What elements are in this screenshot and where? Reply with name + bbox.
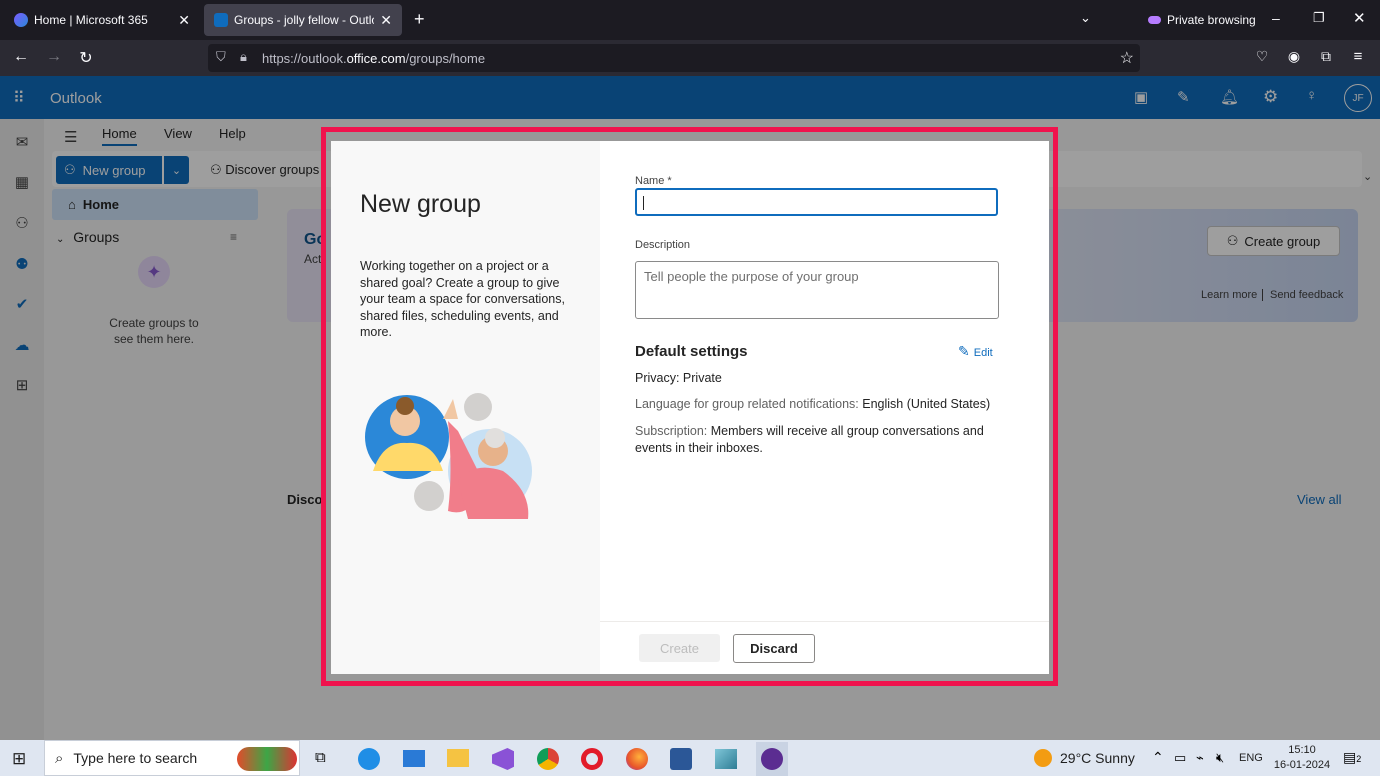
mail-app-icon[interactable]	[403, 750, 425, 767]
speaker-muted-icon[interactable]: 🔇︎	[1216, 750, 1224, 766]
clock-date: 16-01-2024	[1273, 759, 1331, 771]
dialog-left-panel: New group Working together on a project …	[331, 141, 600, 674]
reload-icon[interactable]: ↻	[76, 48, 96, 68]
text-caret	[643, 195, 644, 210]
dialog-description: Working together on a project or a share…	[360, 259, 565, 339]
pencil-icon: ✎	[958, 343, 970, 359]
language-setting: Language for group related notifications…	[635, 397, 990, 411]
windows-taskbar: ⊞ ⌕ Type here to search ⧉ 29°C Sunny ⌃ ▭…	[0, 740, 1380, 776]
outlook-icon	[214, 13, 228, 27]
notification-count: 2	[1356, 754, 1362, 764]
url-bar[interactable]: ⛉ 🔒︎ https://outlook. office.com/groups/h…	[208, 44, 1140, 72]
private-browsing-label: Private browsing	[1167, 13, 1256, 27]
taskbar-search-placeholder: Type here to search	[73, 750, 198, 766]
subscription-setting: Subscription: Members will receive all g…	[635, 423, 1005, 456]
firefox-icon[interactable]	[626, 748, 648, 770]
discard-button[interactable]: Discard	[733, 634, 815, 663]
notification-icon[interactable]: ▤2	[1343, 749, 1361, 766]
notepad-icon[interactable]	[715, 749, 737, 769]
url-domain: office.com	[346, 50, 406, 66]
new-tab-button[interactable]: +	[414, 9, 425, 30]
restore-button[interactable]: ❐	[1313, 10, 1325, 26]
privacy-text: Privacy: Private	[635, 371, 722, 385]
word-icon[interactable]	[670, 748, 692, 770]
chrome-icon[interactable]	[537, 748, 559, 770]
peppers-icon	[237, 747, 297, 771]
firefox-private-taskbar-item[interactable]	[756, 742, 788, 776]
language-indicator[interactable]: ENG	[1239, 752, 1263, 764]
extensions-icon[interactable]: ⧉	[1316, 48, 1336, 65]
battery-icon[interactable]: ▭	[1174, 750, 1186, 766]
network-icon[interactable]: ⌁	[1196, 750, 1204, 766]
private-mask-icon	[1148, 16, 1161, 24]
weather-text[interactable]: 29°C Sunny	[1060, 750, 1135, 766]
edit-settings-link[interactable]: ✎ Edit	[958, 343, 993, 360]
firefox-private-icon	[761, 748, 783, 770]
dialog-title: New group	[360, 190, 481, 218]
close-icon[interactable]: ✕	[178, 12, 190, 29]
footer-divider	[600, 621, 1049, 622]
pocket-icon[interactable]: ♡	[1252, 48, 1272, 65]
browser-nav-bar: ← → ↻ ⛉ 🔒︎ https://outlook. office.com/gr…	[0, 40, 1380, 76]
lock-icon: 🔒︎	[240, 49, 247, 64]
new-group-dialog: New group Working together on a project …	[331, 141, 1049, 674]
tab-outlook-groups[interactable]: Groups - jolly fellow - Outlook ✕	[204, 4, 402, 36]
sun-icon	[1034, 749, 1052, 767]
minimize-button[interactable]: –	[1272, 10, 1280, 26]
edit-label: Edit	[973, 347, 993, 359]
description-label: Description	[635, 239, 691, 251]
shield-icon: ⛉	[216, 49, 226, 64]
opera-icon[interactable]	[581, 748, 603, 770]
chevron-up-icon[interactable]: ⌃	[1152, 749, 1164, 766]
url-prefix: https://outlook.	[262, 50, 347, 66]
tab-list-chevron-icon[interactable]: ⌄	[1080, 10, 1091, 26]
forward-icon[interactable]: →	[44, 48, 64, 66]
search-icon: ⌕	[55, 749, 64, 767]
create-button[interactable]: Create	[639, 634, 720, 662]
language-value: English (United States)	[862, 397, 991, 411]
name-input[interactable]	[635, 188, 998, 216]
name-label: Name *	[635, 175, 672, 187]
clock-time: 15:10	[1288, 744, 1316, 756]
file-explorer-icon[interactable]	[447, 749, 469, 767]
bookmark-star-icon[interactable]: ☆	[1120, 48, 1134, 68]
back-icon[interactable]: ←	[11, 48, 31, 66]
language-label: Language for group related notifications…	[635, 397, 859, 411]
browser-tab-bar: Home | Microsoft 365 ✕ Groups - jolly fe…	[0, 0, 1380, 40]
visual-studio-icon[interactable]	[492, 748, 514, 770]
description-textarea[interactable]: Tell people the purpose of your group	[635, 261, 999, 319]
task-view-icon[interactable]: ⧉	[315, 749, 326, 766]
taskbar-search[interactable]: ⌕ Type here to search	[44, 740, 300, 776]
menu-icon[interactable]: ≡	[1348, 48, 1368, 65]
people-illustration	[365, 393, 532, 519]
tab-title: Groups - jolly fellow - Outlook	[234, 13, 374, 27]
subscription-label: Subscription:	[635, 424, 708, 438]
windows-start-icon[interactable]: ⊞	[12, 749, 26, 769]
url-path: /groups/home	[405, 50, 486, 66]
close-icon[interactable]: ✕	[380, 12, 392, 29]
window-close-button[interactable]: ✕	[1353, 9, 1366, 27]
tab-title: Home | Microsoft 365	[34, 13, 148, 27]
edge-icon[interactable]	[358, 748, 380, 770]
default-settings-title: Default settings	[635, 343, 748, 360]
m365-icon	[14, 13, 28, 27]
description-placeholder: Tell people the purpose of your group	[644, 269, 859, 284]
private-browsing-indicator: Private browsing	[1148, 13, 1256, 27]
account-icon[interactable]: ◉	[1284, 48, 1304, 65]
clock[interactable]: 15:10 16-01-2024	[1272, 743, 1332, 773]
tab-microsoft365[interactable]: Home | Microsoft 365 ✕	[4, 4, 200, 36]
